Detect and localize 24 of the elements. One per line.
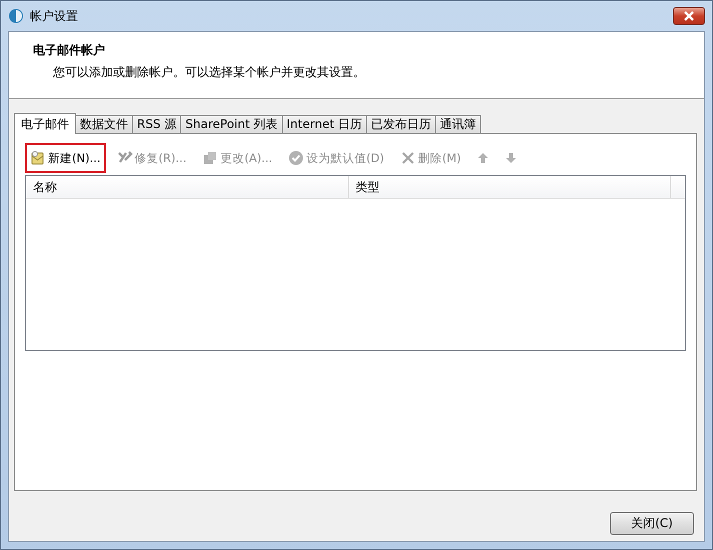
close-icon <box>683 11 695 21</box>
section-description: 您可以添加或删除帐户。可以选择某个帐户并更改其设置。 <box>52 64 366 81</box>
close-dialog-button[interactable]: 关闭(C) <box>610 512 694 535</box>
column-header[interactable]: 类型 <box>348 176 671 198</box>
app-icon <box>8 8 24 24</box>
check-circle-icon <box>288 150 304 166</box>
close-button[interactable] <box>673 7 705 25</box>
delete-icon <box>400 150 416 166</box>
tab[interactable]: SharePoint 列表 <box>180 115 283 133</box>
tab[interactable]: 通讯簿 <box>435 115 482 133</box>
arrow-down-icon <box>505 152 518 164</box>
squares-icon <box>202 150 218 166</box>
section-title: 电子邮件帐户 <box>33 42 106 59</box>
envelope-icon <box>30 150 46 166</box>
tab[interactable]: 电子邮件 <box>14 113 76 134</box>
tab[interactable]: Internet 日历 <box>282 115 368 133</box>
tab[interactable]: 数据文件 <box>75 115 133 133</box>
account-list[interactable]: 名称 类型 <box>25 175 686 351</box>
column-header[interactable]: 名称 <box>26 176 348 198</box>
tab[interactable]: 已发布日历 <box>366 115 436 133</box>
new-button[interactable]: 新建(N)... <box>25 143 106 173</box>
tab[interactable]: RSS 源 <box>132 115 182 133</box>
arrow-up-icon <box>477 152 490 164</box>
window-title: 帐户设置 <box>30 8 78 24</box>
